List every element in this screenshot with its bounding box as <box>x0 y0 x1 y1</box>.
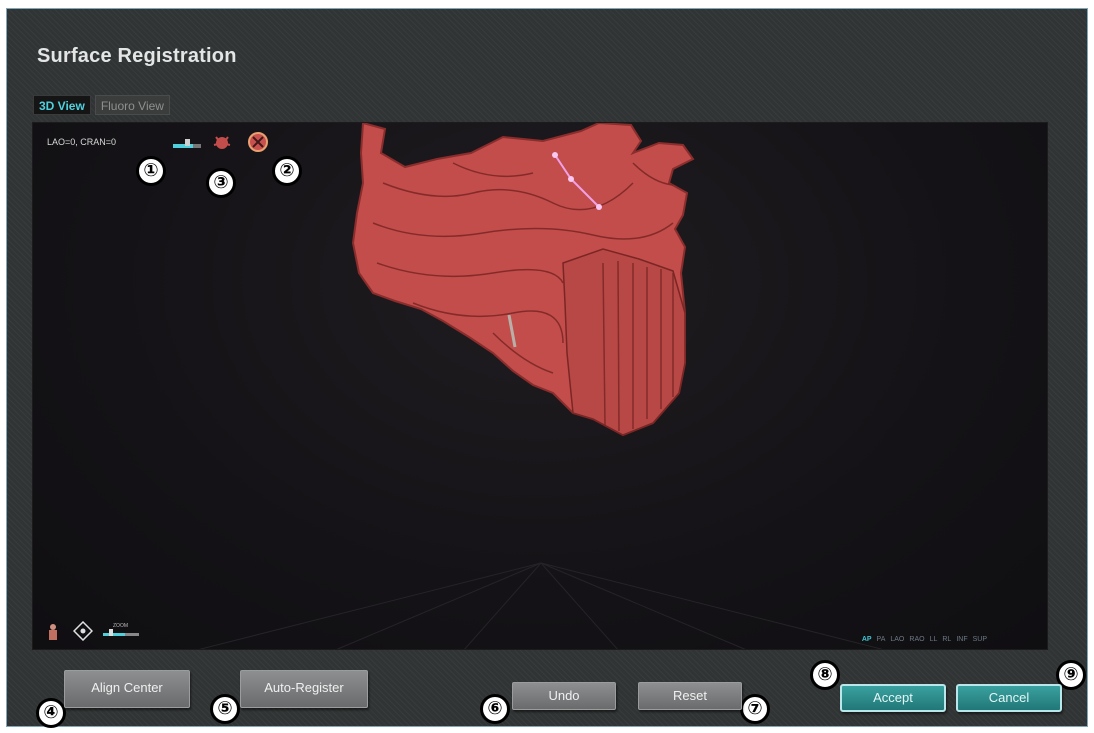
callout-8: ⑧ <box>810 660 840 690</box>
tab-fluoro-view[interactable]: Fluoro View <box>94 95 170 115</box>
preset-inf[interactable]: INF <box>956 636 967 643</box>
preset-rl[interactable]: RL <box>942 636 951 643</box>
accept-button[interactable]: Accept <box>840 684 946 712</box>
scene-canvas[interactable] <box>33 123 1048 650</box>
angle-readout: LAO=0, CRAN=0 <box>47 137 117 147</box>
heart-model[interactable] <box>351 123 695 437</box>
view-preset-bar: AP PA LAO RAO LL RL INF SUP <box>862 636 987 643</box>
callout-5: ⑤ <box>210 694 240 724</box>
callout-1: ① <box>136 156 166 186</box>
reset-button[interactable]: Reset <box>638 682 742 710</box>
preset-pa[interactable]: PA <box>877 636 886 643</box>
floor-grid <box>198 562 884 649</box>
tab-3d-view[interactable]: 3D View <box>33 95 91 115</box>
anatomy-icon[interactable] <box>211 133 233 153</box>
opacity-slider-icon[interactable] <box>173 135 203 151</box>
callout-3: ③ <box>206 168 236 198</box>
undo-button[interactable]: Undo <box>512 682 616 710</box>
callout-4: ④ <box>36 698 66 728</box>
hide-points-icon[interactable] <box>247 131 269 153</box>
preset-sup[interactable]: SUP <box>973 636 987 643</box>
preset-ap[interactable]: AP <box>862 636 872 643</box>
zoom-label: ZOOM <box>113 623 128 629</box>
callout-7: ⑦ <box>740 694 770 724</box>
3d-viewport[interactable]: LAO=0, CRAN=0 ZOOM AP PA LAO RAO LL RL I… <box>32 122 1048 650</box>
preset-lao[interactable]: LAO <box>890 636 904 643</box>
view-tabs: 3D View Fluoro View <box>33 95 170 115</box>
pan-icon[interactable] <box>73 621 93 641</box>
align-center-button[interactable]: Align Center <box>64 670 190 708</box>
page-title: Surface Registration <box>37 45 237 67</box>
callout-2: ② <box>272 156 302 186</box>
zoom-slider-icon[interactable]: ZOOM <box>103 623 143 641</box>
auto-register-button[interactable]: Auto-Register <box>240 670 368 708</box>
cancel-button[interactable]: Cancel <box>956 684 1062 712</box>
preset-rao[interactable]: RAO <box>909 636 924 643</box>
preset-ll[interactable]: LL <box>930 636 938 643</box>
body-orientation-icon[interactable] <box>45 623 61 641</box>
callout-6: ⑥ <box>480 694 510 724</box>
